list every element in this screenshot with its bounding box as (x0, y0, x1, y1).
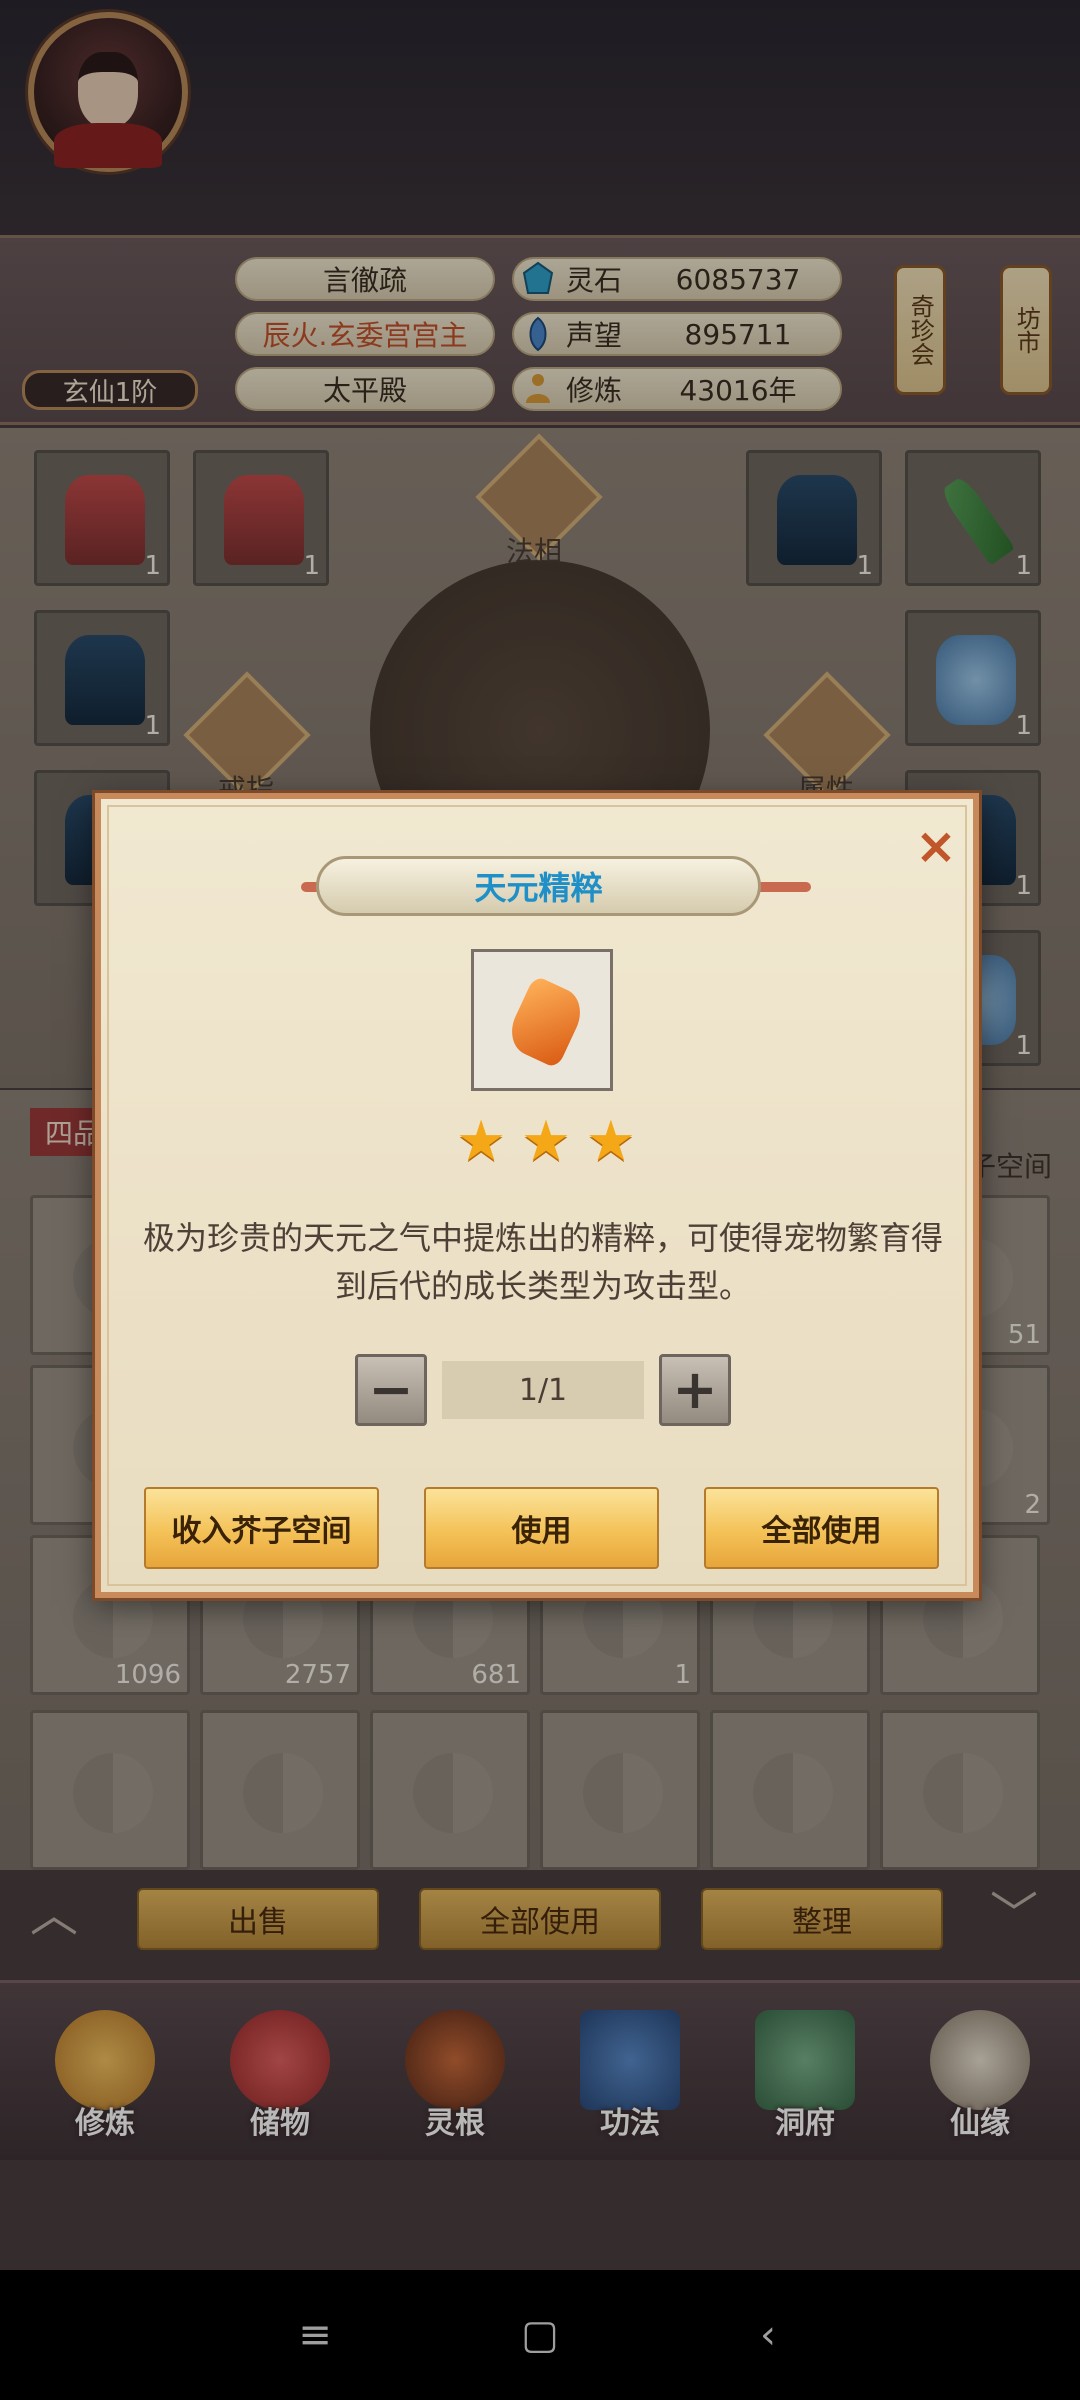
star-icon: ★ (456, 1109, 507, 1174)
use-all-button[interactable]: 全部使用 (704, 1487, 939, 1569)
item-detail-dialog: × 天元精粹 ★ ★ ★ 极为珍贵的天元之气中提炼出的精粹，可使得宠物繁育得到后… (95, 793, 979, 1598)
star-icon: ★ (520, 1109, 572, 1174)
increase-quantity-button[interactable]: + (659, 1354, 731, 1426)
item-icon-frame (471, 949, 613, 1091)
item-description: 极为珍贵的天元之气中提炼出的精粹，可使得宠物繁育得到后代的成长类型为攻击型。 (142, 1219, 943, 1305)
decrease-quantity-button[interactable]: − (355, 1354, 427, 1426)
use-button[interactable]: 使用 (424, 1487, 659, 1569)
item-name-banner: 天元精粹 (316, 856, 761, 916)
quantity-display: 1/1 (442, 1361, 644, 1419)
game-screen: 玄仙1阶 言徹疏 辰火.玄委宫宫主 太平殿 灵石 6085737 声望 8957… (0, 0, 1080, 2400)
star-icon: ★ (585, 1109, 636, 1174)
close-button[interactable]: × (909, 817, 963, 875)
store-to-space-button[interactable]: 收入芥子空间 (144, 1487, 379, 1569)
essence-crystal-icon (502, 974, 590, 1070)
item-star-rating: ★ ★ ★ (456, 1114, 636, 1170)
